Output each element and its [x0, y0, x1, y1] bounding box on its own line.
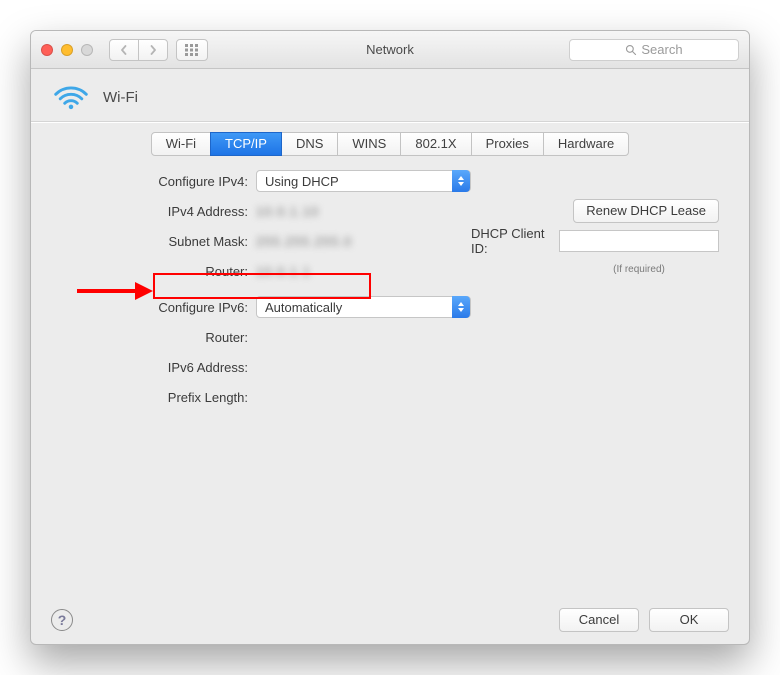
subnet-mask-label: Subnet Mask:	[61, 234, 256, 249]
back-button[interactable]	[109, 39, 139, 61]
ipv4-address-value: 10.0.1.10	[256, 204, 319, 219]
tab-hardware[interactable]: Hardware	[543, 132, 629, 156]
if-required-note: (If required)	[559, 264, 719, 275]
tab-bar: Wi-FiTCP/IPDNSWINS802.1XProxiesHardware	[31, 132, 749, 156]
tab-proxies[interactable]: Proxies	[471, 132, 544, 156]
forward-button[interactable]	[138, 39, 168, 61]
minimize-window-button[interactable]	[61, 44, 73, 56]
renew-dhcp-button[interactable]: Renew DHCP Lease	[573, 199, 719, 223]
ipv4-address-label: IPv4 Address:	[61, 204, 256, 219]
configure-ipv4-value: Using DHCP	[265, 174, 339, 189]
search-placeholder: Search	[641, 42, 682, 57]
stepper-icon	[452, 296, 470, 318]
configure-ipv6-value: Automatically	[265, 300, 342, 315]
dhcp-client-id-label: DHCP Client ID:	[471, 226, 551, 256]
page-title: Wi-Fi	[103, 89, 138, 106]
search-icon	[625, 44, 637, 56]
window-controls	[41, 44, 93, 56]
router-value: 10.0.1.1	[256, 264, 311, 279]
zoom-window-button[interactable]	[81, 44, 93, 56]
chevron-right-icon	[148, 45, 158, 55]
page-header: Wi-Fi	[31, 69, 749, 121]
wifi-icon	[53, 83, 89, 111]
router-ipv6-label: Router:	[61, 330, 256, 345]
prefix-length-label: Prefix Length:	[61, 390, 256, 405]
search-field[interactable]: Search	[569, 39, 739, 61]
configure-ipv6-select[interactable]: Automatically	[256, 296, 471, 318]
chevron-left-icon	[119, 45, 129, 55]
stepper-icon	[452, 170, 470, 192]
configure-ipv4-select[interactable]: Using DHCP	[256, 170, 471, 192]
tab-wi-fi[interactable]: Wi-Fi	[151, 132, 211, 156]
tab-dns[interactable]: DNS	[281, 132, 338, 156]
network-preferences-window: Network Search Wi-Fi Wi-FiTCP/IPDNSWINS8…	[30, 30, 750, 645]
tab-802-1x[interactable]: 802.1X	[400, 132, 471, 156]
router-label: Router:	[61, 264, 256, 279]
subnet-mask-value: 255.255.255.0	[256, 234, 352, 249]
dhcp-client-id-input[interactable]	[559, 230, 719, 252]
ipv6-address-label: IPv6 Address:	[61, 360, 256, 375]
divider	[31, 121, 749, 122]
close-window-button[interactable]	[41, 44, 53, 56]
show-all-button[interactable]	[176, 39, 208, 61]
tab-tcp-ip[interactable]: TCP/IP	[210, 132, 282, 156]
configure-ipv4-label: Configure IPv4:	[61, 174, 256, 189]
ok-button[interactable]: OK	[649, 608, 729, 632]
sheet-footer: ? Cancel OK	[31, 596, 749, 644]
grid-icon	[185, 44, 199, 56]
tab-wins[interactable]: WINS	[337, 132, 401, 156]
titlebar: Network Search	[31, 31, 749, 69]
cancel-button[interactable]: Cancel	[559, 608, 639, 632]
help-button[interactable]: ?	[51, 609, 73, 631]
tcpip-form: Configure IPv4: Using DHCP IPv4 Address:…	[31, 156, 749, 412]
nav-buttons	[109, 39, 208, 61]
configure-ipv6-label: Configure IPv6:	[61, 300, 256, 315]
